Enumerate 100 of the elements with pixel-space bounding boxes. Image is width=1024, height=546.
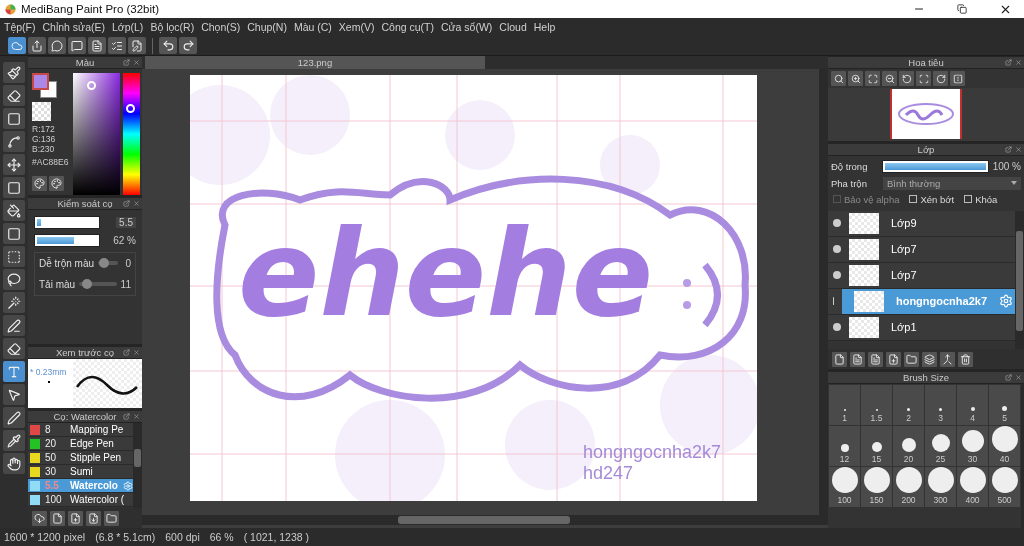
tool-button[interactable] bbox=[3, 108, 25, 129]
tool-button[interactable] bbox=[3, 85, 25, 106]
brush-size-option[interactable]: 25 bbox=[925, 426, 956, 467]
horizontal-scrollbar[interactable] bbox=[142, 515, 819, 525]
new-8bit-layer-button[interactable] bbox=[850, 351, 865, 367]
close-icon[interactable] bbox=[133, 349, 140, 357]
new-layer-button[interactable] bbox=[832, 351, 847, 367]
folder-button[interactable] bbox=[104, 510, 119, 526]
tool-button[interactable] bbox=[3, 246, 25, 267]
brush-size-option[interactable]: 20 bbox=[893, 426, 924, 467]
tool-button[interactable] bbox=[3, 131, 25, 152]
popout-icon[interactable] bbox=[1005, 145, 1012, 153]
brush-size-option[interactable]: 3 bbox=[925, 385, 956, 426]
flip-button[interactable] bbox=[950, 71, 965, 86]
brush-size-option[interactable]: 500 bbox=[989, 467, 1020, 508]
brush-size-option[interactable]: 400 bbox=[957, 467, 988, 508]
tool-button[interactable] bbox=[3, 407, 25, 428]
brush-size-option[interactable]: 40 bbox=[989, 426, 1020, 467]
redo-button[interactable] bbox=[179, 37, 197, 54]
reset-view-button[interactable] bbox=[916, 71, 931, 86]
tool-button[interactable] bbox=[3, 223, 25, 244]
tool-button[interactable] bbox=[3, 154, 25, 175]
duplicate-button[interactable] bbox=[922, 351, 937, 367]
checkbox[interactable]: Xén bớt bbox=[909, 193, 955, 205]
brush-row[interactable]: 50 Stipple Pen bbox=[28, 451, 133, 466]
menu-item[interactable]: Xem(V) bbox=[338, 21, 375, 33]
menu-item[interactable]: Chỉnh sửa(E) bbox=[42, 21, 105, 33]
vertical-scrollbar[interactable] bbox=[819, 69, 828, 525]
add-brush-button[interactable] bbox=[68, 510, 83, 526]
menu-item[interactable]: Help bbox=[533, 21, 556, 33]
vertical-scrollbar[interactable] bbox=[1021, 384, 1024, 528]
brush-row[interactable]: 20 Edge Pen bbox=[28, 437, 133, 452]
add-layer-button[interactable] bbox=[886, 351, 901, 367]
brush-size-option[interactable]: 300 bbox=[925, 467, 956, 508]
menu-item[interactable]: Cloud bbox=[499, 21, 527, 33]
tool-button[interactable] bbox=[3, 269, 25, 290]
color-picker[interactable] bbox=[72, 73, 121, 195]
brush-size-option[interactable]: 4 bbox=[957, 385, 988, 426]
tool-button[interactable] bbox=[3, 200, 25, 221]
comment-button[interactable] bbox=[48, 37, 66, 54]
popout-icon[interactable] bbox=[1005, 59, 1012, 66]
rotate-right-button[interactable] bbox=[933, 71, 948, 86]
close-icon[interactable] bbox=[1015, 59, 1022, 66]
menu-item[interactable]: Bộ lọc(R) bbox=[150, 21, 195, 33]
checkbox[interactable]: Khóa bbox=[964, 193, 998, 205]
menu-item[interactable]: Cửa sổ(W) bbox=[440, 21, 493, 33]
menu-item[interactable]: Tệp(F) bbox=[4, 21, 36, 33]
brush-size-option[interactable]: 2 bbox=[893, 385, 924, 426]
document-button[interactable] bbox=[88, 37, 106, 54]
popout-icon[interactable] bbox=[1005, 374, 1012, 382]
slider[interactable] bbox=[34, 215, 100, 229]
tool-button[interactable] bbox=[3, 62, 25, 83]
brush-row[interactable]: 100 Watercolor ( bbox=[28, 493, 133, 508]
tool-button[interactable] bbox=[3, 292, 25, 313]
download-button[interactable] bbox=[32, 510, 47, 526]
new-brush-button[interactable] bbox=[50, 510, 65, 526]
new-1bit-layer-button[interactable] bbox=[868, 351, 883, 367]
layer-row[interactable]: Lớp1 bbox=[828, 314, 1015, 341]
tool-button[interactable] bbox=[3, 430, 25, 451]
rotate-left-button[interactable] bbox=[899, 71, 914, 86]
close-icon[interactable] bbox=[1015, 145, 1022, 153]
brush-size-option[interactable]: 15 bbox=[861, 426, 892, 467]
slider[interactable] bbox=[98, 261, 119, 266]
menu-item[interactable]: Công cụ(T) bbox=[381, 21, 434, 33]
brush-size-option[interactable]: 30 bbox=[957, 426, 988, 467]
popout-icon[interactable] bbox=[123, 413, 130, 421]
tool-button[interactable] bbox=[3, 338, 25, 359]
message-button[interactable] bbox=[68, 37, 86, 54]
vertical-scrollbar[interactable] bbox=[1015, 210, 1024, 350]
brush-size-option[interactable]: 150 bbox=[861, 467, 892, 508]
close-icon[interactable] bbox=[133, 199, 140, 207]
popout-icon[interactable] bbox=[123, 59, 130, 66]
fit-button[interactable] bbox=[865, 71, 880, 86]
merge-button[interactable] bbox=[940, 351, 955, 367]
menu-item[interactable]: Chọn(S) bbox=[201, 21, 241, 33]
close-icon[interactable] bbox=[133, 413, 140, 421]
undo-button[interactable] bbox=[159, 37, 177, 54]
popout-icon[interactable] bbox=[123, 349, 130, 357]
document-tab[interactable]: 123.png bbox=[145, 56, 485, 69]
brush-settings-button[interactable] bbox=[86, 510, 101, 526]
slider[interactable] bbox=[79, 282, 117, 287]
menu-item[interactable]: Chụp(N) bbox=[247, 21, 287, 33]
brush-size-option[interactable]: 100 bbox=[829, 467, 860, 508]
brush-row[interactable]: 8 Mapping Pe bbox=[28, 423, 133, 438]
brush-size-option[interactable]: 12 bbox=[829, 426, 860, 467]
actual-size-button[interactable] bbox=[831, 71, 846, 86]
brush-size-option[interactable]: 1.5 bbox=[861, 385, 892, 426]
brush-size-option[interactable]: 1 bbox=[829, 385, 860, 426]
edit-button[interactable] bbox=[128, 37, 146, 54]
layer-row[interactable]: Lớp9 bbox=[828, 210, 1015, 237]
share-button[interactable] bbox=[28, 37, 46, 54]
palette-edit-button[interactable] bbox=[49, 176, 64, 191]
tool-button[interactable] bbox=[3, 177, 25, 198]
list-button[interactable] bbox=[108, 37, 126, 54]
tool-button[interactable] bbox=[3, 453, 25, 474]
layer-row[interactable]: Lớp7 bbox=[828, 262, 1015, 289]
menu-item[interactable]: Màu (C) bbox=[293, 21, 332, 33]
hue-slider[interactable] bbox=[123, 73, 140, 195]
zoom-in-button[interactable] bbox=[848, 71, 863, 86]
layer-row[interactable]: Lớp7 bbox=[828, 236, 1015, 263]
